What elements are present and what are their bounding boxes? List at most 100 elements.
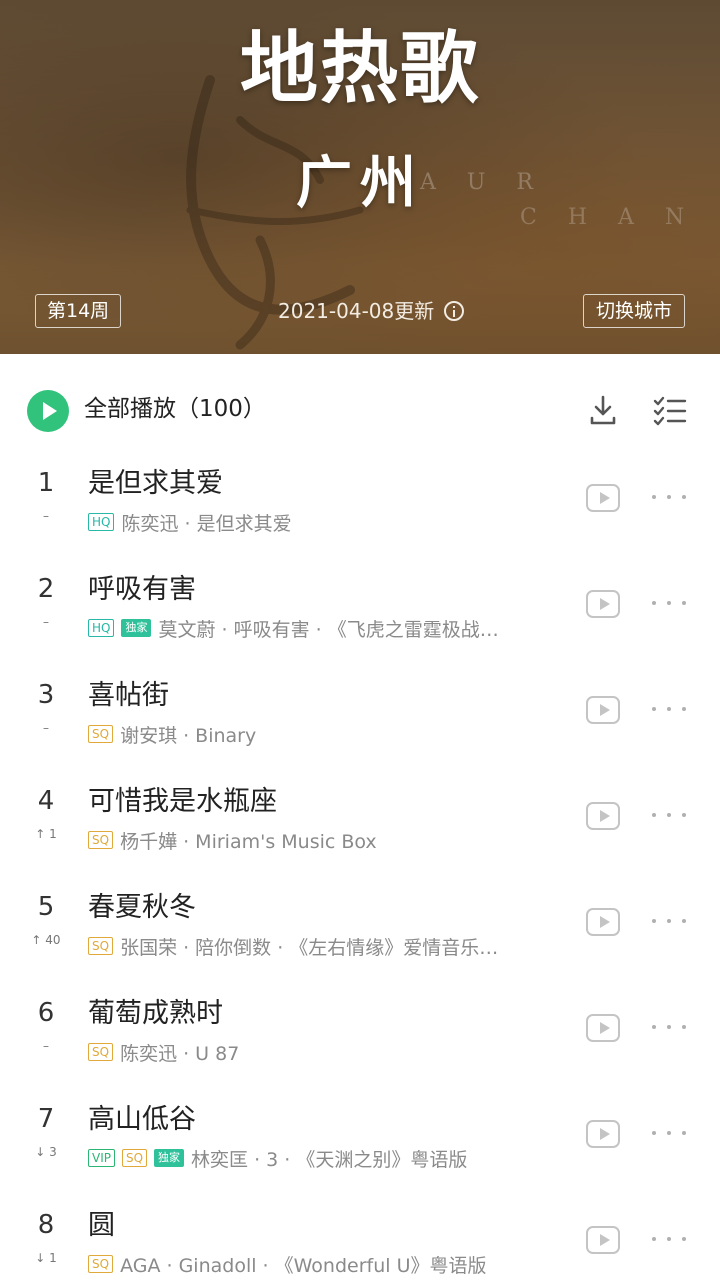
more-dots-icon[interactable] — [652, 1234, 686, 1244]
sq-badge: SQ — [88, 831, 114, 849]
artist-album-text: 张国荣 · 陪你倒数 · 《左右情缘》爱情音乐… — [120, 936, 499, 959]
more-dot — [682, 1237, 686, 1241]
artist-album-text: 杨千嬅 · Miriam's Music Box — [120, 830, 377, 853]
more-dot — [652, 495, 656, 499]
song-meta: HQ 独家 莫文蔚 · 呼吸有害 · 《飞虎之雷霆极战… — [88, 614, 566, 642]
song-list: 1– 是但求其爱 HQ 陈奕迅 · 是但求其爱 2– 呼吸有害 HQ 独家 莫文蔚 · 呼吸有害… — [0, 454, 720, 1280]
song-meta: SQ 张国荣 · 陪你倒数 · 《左右情缘》爱情音乐… — [88, 932, 566, 960]
song-rank: 1 — [37, 468, 55, 498]
play-all-label[interactable]: 全部播放（100） — [84, 392, 266, 426]
song-rank: 2 — [37, 574, 55, 604]
excl-badge: 独家 — [154, 1149, 185, 1167]
rank-trend: ↓ 3 — [35, 1145, 57, 1159]
rank-trend: ↓ 1 — [35, 1251, 57, 1265]
play-video-icon[interactable] — [586, 696, 620, 724]
more-dot — [682, 495, 686, 499]
chart-header: A U R C H A N 地热歌 广州 第14周 2021-04-08更新 切… — [0, 0, 720, 354]
song-row[interactable]: 8 ↓ 1 圆 SQ AGA · Ginadoll · 《Wonderful U》粤语版 — [0, 1196, 720, 1280]
play-all-icon[interactable] — [27, 390, 69, 432]
play-video-icon[interactable] — [586, 590, 620, 618]
song-meta: HQ 陈奕迅 · 是但求其爱 — [88, 508, 566, 536]
more-dot — [667, 813, 671, 817]
multi-select-icon[interactable] — [653, 396, 687, 426]
more-dot — [682, 1025, 686, 1029]
more-dot — [652, 1237, 656, 1241]
song-list-panel: 全部播放（100） 1 – 是但求其爱 HQ 陈奕迅 · 是但求其爱 2 – 呼吸有害 HQ 独家… — [0, 354, 720, 1280]
song-row[interactable]: 5 ↑ 40 春夏秋冬 SQ 张国荣 · 陪你倒数 · 《左右情缘》爱情音乐… — [0, 878, 720, 984]
play-video-icon[interactable] — [586, 802, 620, 830]
song-row[interactable]: 6 – 葡萄成熟时 SQ 陈奕迅 · U 87 — [0, 984, 720, 1090]
more-dot — [667, 707, 671, 711]
more-dot — [667, 919, 671, 923]
more-dot — [682, 601, 686, 605]
song-rank: 5 — [37, 892, 55, 922]
song-title[interactable]: 春夏秋冬 — [88, 890, 196, 926]
chart-title: 地热歌 — [239, 24, 480, 114]
song-meta: SQ 陈奕迅 · U 87 — [88, 1038, 566, 1066]
artist-album-text: 莫文蔚 · 呼吸有害 · 《飞虎之雷霆极战… — [158, 618, 499, 641]
update-date: 2021-04-08更新 — [278, 299, 435, 323]
rank-trend: ↑ 1 — [35, 827, 57, 841]
more-dot — [682, 813, 686, 817]
more-dot — [682, 919, 686, 923]
song-title[interactable]: 葡萄成熟时 — [88, 996, 223, 1032]
download-icon[interactable] — [588, 394, 618, 428]
hq-badge: HQ — [88, 513, 115, 531]
more-dot — [682, 707, 686, 711]
more-dots-icon[interactable] — [652, 1128, 686, 1138]
sq-badge: SQ — [88, 725, 114, 743]
song-title[interactable]: 喜帖街 — [88, 678, 169, 714]
rank-trend: ↑ 40 — [31, 933, 61, 947]
more-dot — [682, 1131, 686, 1135]
more-dot — [667, 601, 671, 605]
song-row[interactable]: 3 – 喜帖街 SQ 谢安琪 · Binary — [0, 666, 720, 772]
sq-badge: SQ — [88, 937, 114, 955]
more-dots-icon[interactable] — [652, 810, 686, 820]
play-video-icon[interactable] — [586, 1014, 620, 1042]
song-title[interactable]: 可惜我是水瓶座 — [88, 784, 277, 820]
song-title[interactable]: 呼吸有害 — [88, 572, 196, 608]
rank-trend: – — [43, 1039, 49, 1053]
song-meta: SQ 谢安琪 · Binary — [88, 720, 566, 748]
more-dot — [667, 1237, 671, 1241]
play-video-icon[interactable] — [586, 908, 620, 936]
play-video-icon[interactable] — [586, 1226, 620, 1254]
song-rank: 8 — [37, 1210, 55, 1240]
more-dot — [667, 1131, 671, 1135]
song-meta: VIP SQ 独家 林奕匡 · 3 · 《天渊之别》粤语版 — [88, 1144, 566, 1172]
city-name: 广州 — [296, 151, 424, 216]
rank-trend: – — [43, 509, 49, 523]
more-dots-icon[interactable] — [652, 704, 686, 714]
song-title[interactable]: 高山低谷 — [88, 1102, 196, 1138]
song-rank: 4 — [37, 786, 55, 816]
song-row[interactable]: 1 – 是但求其爱 HQ 陈奕迅 · 是但求其爱 — [0, 454, 720, 560]
song-rank: 3 — [37, 680, 55, 710]
song-row[interactable]: 4 ↑ 1 可惜我是水瓶座 SQ 杨千嬅 · Miriam's Music Box — [0, 772, 720, 878]
sq-badge: SQ — [88, 1255, 114, 1273]
week-tag[interactable]: 第14周 — [35, 294, 122, 328]
rank-trend: – — [43, 721, 49, 735]
song-row[interactable]: 7 ↓ 3 高山低谷 VIP SQ 独家 林奕匡 · 3 · 《天渊之别》粤语版 — [0, 1090, 720, 1196]
song-title[interactable]: 是但求其爱 — [88, 466, 223, 502]
info-icon[interactable] — [444, 301, 465, 321]
hq-badge: HQ — [88, 619, 115, 637]
more-dots-icon[interactable] — [652, 916, 686, 926]
artist-album-text: 陈奕迅 · 是但求其爱 — [121, 512, 292, 535]
more-dot — [652, 707, 656, 711]
song-row[interactable]: 2 – 呼吸有害 HQ 独家 莫文蔚 · 呼吸有害 · 《飞虎之雷霆极战… — [0, 560, 720, 666]
update-info[interactable]: 2021-04-08更新 — [278, 294, 465, 328]
more-dots-icon[interactable] — [652, 1022, 686, 1032]
rank-trend: – — [43, 615, 49, 629]
play-video-icon[interactable] — [586, 484, 620, 512]
more-dots-icon[interactable] — [652, 598, 686, 608]
more-dots-icon[interactable] — [652, 492, 686, 502]
song-title[interactable]: 圆 — [88, 1208, 115, 1244]
sq-badge: SQ — [121, 1149, 148, 1167]
excl-badge: 独家 — [121, 619, 152, 637]
song-meta: SQ AGA · Ginadoll · 《Wonderful U》粤语版 — [88, 1250, 566, 1278]
more-dot — [652, 919, 656, 923]
vip-badge: VIP — [88, 1149, 115, 1167]
play-all-bar: 全部播放（100） — [0, 354, 720, 464]
switch-city-button[interactable]: 切换城市 — [582, 294, 685, 328]
play-video-icon[interactable] — [586, 1120, 620, 1148]
